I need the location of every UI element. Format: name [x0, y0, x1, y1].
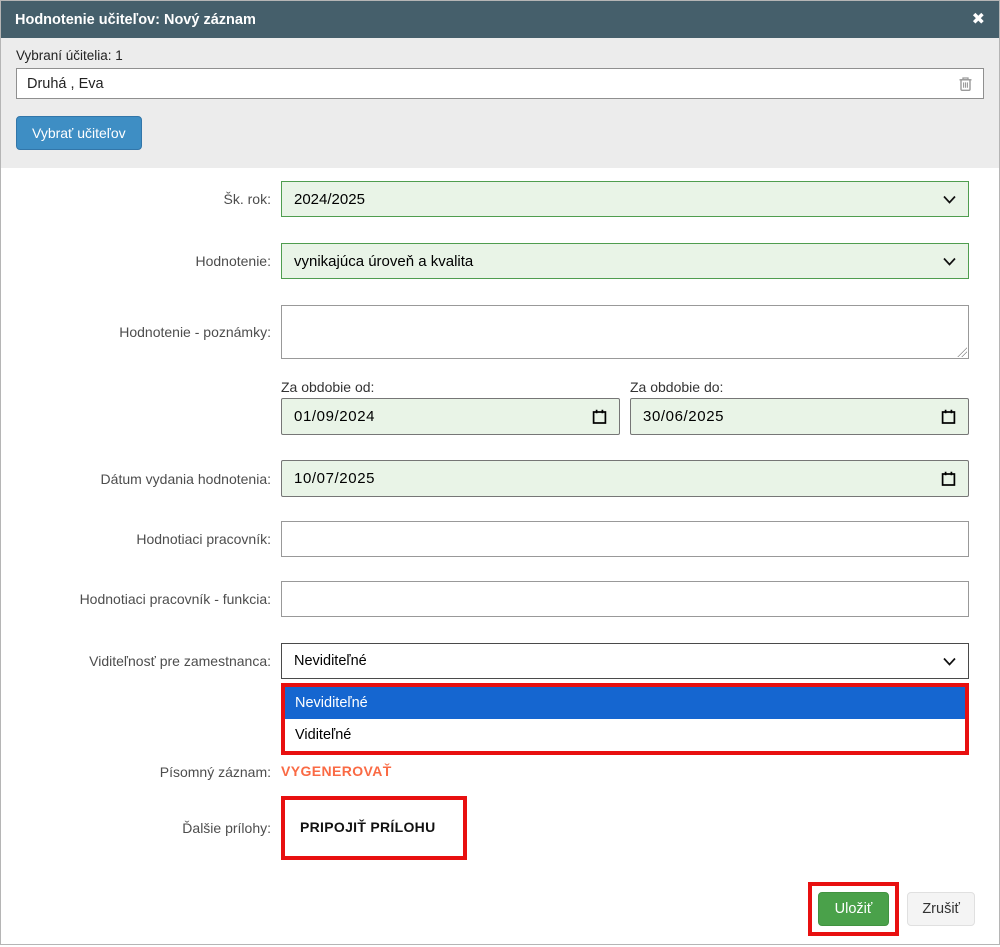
form-row-evaluation: Hodnotenie: vynikajúca úroveň a kvalita: [1, 243, 969, 279]
period-to-input[interactable]: 30/06/2025: [630, 398, 969, 435]
calendar-icon[interactable]: [941, 409, 956, 425]
chevron-down-icon: [943, 657, 956, 666]
teacher-selection-panel: Vybraní účitelia: 1 Druhá , Eva Vybrať u…: [1, 38, 999, 168]
trash-icon[interactable]: [958, 76, 973, 92]
form-row-notes: Hodnotenie - poznámky:: [1, 305, 969, 359]
form-row-visibility: Viditeľnosť pre zamestnanca: Neviditeľné: [1, 643, 969, 679]
visibility-select[interactable]: Neviditeľné: [281, 643, 969, 679]
close-icon[interactable]: ✖: [972, 12, 985, 28]
visibility-dropdown-open: Neviditeľné Viditeľné: [1, 683, 969, 755]
evaluator-input[interactable]: [281, 521, 969, 557]
issue-date-label: Dátum vydania hodnotenia:: [1, 471, 281, 487]
resize-grip-icon[interactable]: [957, 347, 967, 357]
period-from-input[interactable]: 01/09/2024: [281, 398, 620, 435]
dropdown-option-neviditelne[interactable]: Neviditeľné: [285, 687, 965, 719]
generate-button[interactable]: VYGENEROVAŤ: [281, 763, 392, 779]
visibility-options-list: Neviditeľné Viditeľné: [281, 683, 969, 755]
form-row-written-record: Písomný záznam: VYGENEROVAŤ: [1, 763, 969, 781]
issue-date-input[interactable]: 10/07/2025: [281, 460, 969, 497]
evaluation-dialog: Hodnotenie učiteľov: Nový záznam ✖ Vybra…: [0, 0, 1000, 945]
calendar-icon[interactable]: [592, 409, 607, 425]
written-record-label: Písomný záznam:: [1, 764, 281, 780]
dialog-footer: Uložiť Zrušiť: [1, 882, 999, 944]
period-from-group: Za obdobie od: 01/09/2024: [281, 379, 620, 435]
chevron-down-icon: [943, 257, 956, 266]
evaluation-select[interactable]: vynikajúca úroveň a kvalita: [281, 243, 969, 279]
calendar-icon[interactable]: [941, 471, 956, 487]
period-to-label: Za obdobie do:: [630, 379, 969, 395]
school-year-select[interactable]: 2024/2025: [281, 181, 969, 217]
teacher-name: Druhá , Eva: [27, 76, 958, 92]
cancel-button[interactable]: Zrušiť: [907, 892, 975, 926]
dialog-title: Hodnotenie učiteľov: Nový záznam: [15, 12, 972, 28]
attach-annotation-box: PRIPOJIŤ PRÍLOHU: [281, 796, 467, 860]
dialog-titlebar: Hodnotenie učiteľov: Nový záznam ✖: [1, 1, 999, 38]
form-row-school-year: Šk. rok: 2024/2025: [1, 181, 969, 217]
attach-file-button[interactable]: PRIPOJIŤ PRÍLOHU: [300, 819, 435, 835]
form-row-attachments: Ďalšie prílohy: PRIPOJIŤ PRÍLOHU: [1, 796, 969, 860]
notes-textarea[interactable]: [281, 305, 969, 359]
selected-teachers-label: Vybraní účitelia: 1: [16, 48, 984, 63]
form-row-period: Za obdobie od: 01/09/2024: [1, 379, 969, 435]
attachments-label: Ďalšie prílohy:: [1, 820, 281, 836]
select-teachers-button[interactable]: Vybrať učiteľov: [16, 116, 142, 150]
evaluator-function-label: Hodnotiaci pracovník - funkcia:: [1, 591, 281, 607]
form-row-evaluator: Hodnotiaci pracovník:: [1, 521, 969, 557]
chevron-down-icon: [943, 195, 956, 204]
save-annotation-box: Uložiť: [808, 882, 900, 936]
evaluation-label: Hodnotenie:: [1, 253, 281, 269]
selected-teacher-field: Druhá , Eva: [16, 68, 984, 99]
evaluator-label: Hodnotiaci pracovník:: [1, 531, 281, 547]
visibility-label: Viditeľnosť pre zamestnanca:: [1, 653, 281, 669]
evaluator-function-input[interactable]: [281, 581, 969, 617]
evaluation-form: Šk. rok: 2024/2025 Hodnotenie: vynikajúc…: [1, 168, 999, 882]
dropdown-option-viditelne[interactable]: Viditeľné: [285, 719, 965, 751]
save-button[interactable]: Uložiť: [818, 892, 890, 926]
form-row-issue-date: Dátum vydania hodnotenia: 10/07/2025: [1, 460, 969, 497]
form-row-evaluator-function: Hodnotiaci pracovník - funkcia:: [1, 581, 969, 617]
notes-label: Hodnotenie - poznámky:: [1, 324, 281, 340]
period-from-label: Za obdobie od:: [281, 379, 620, 395]
period-to-group: Za obdobie do: 30/06/2025: [630, 379, 969, 435]
school-year-label: Šk. rok:: [1, 191, 281, 207]
